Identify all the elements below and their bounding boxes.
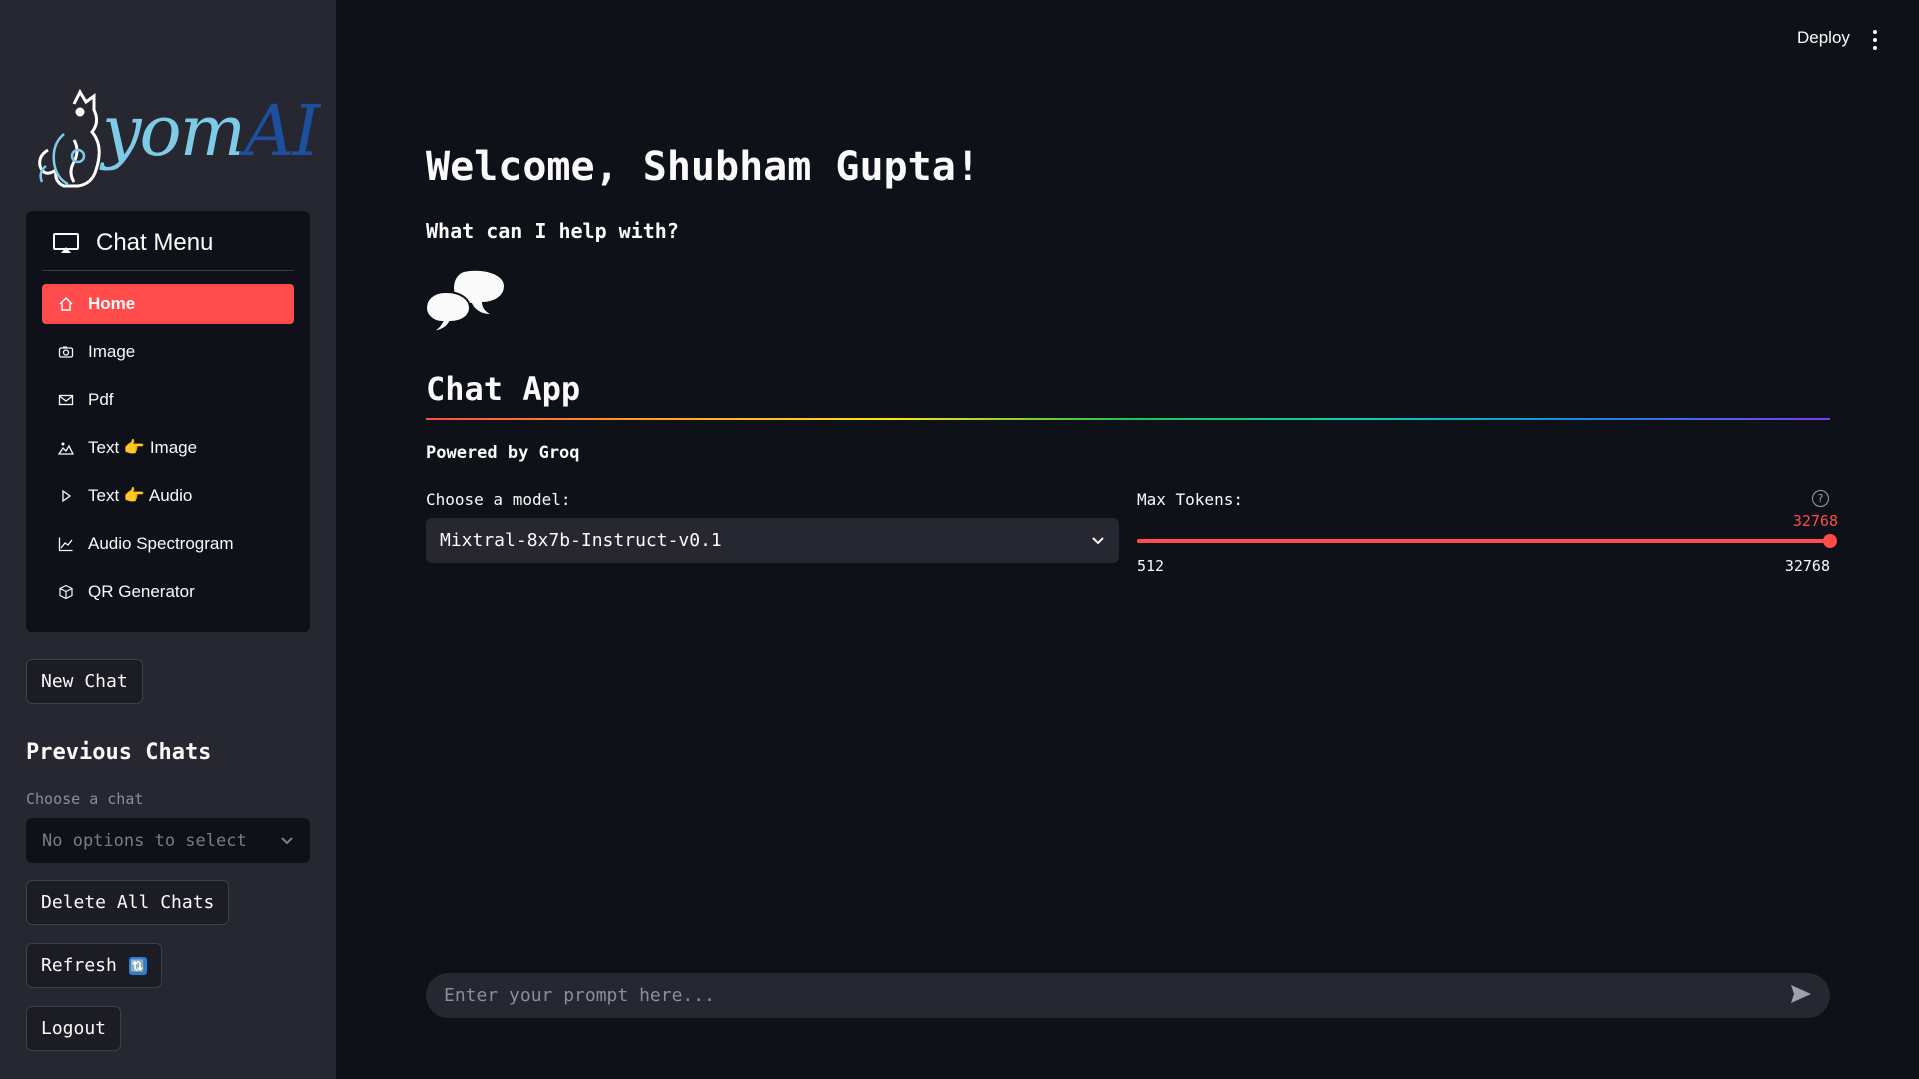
menu-item-text-to-audio[interactable]: Text 👉 Audio — [42, 476, 294, 516]
chevron-down-icon — [281, 836, 293, 844]
new-chat-button[interactable]: New Chat — [26, 659, 143, 704]
send-icon — [1791, 984, 1811, 1003]
camera-icon — [58, 346, 74, 358]
sidebar: yomAI Chat Menu Home Image Pdf Text 👉 Im… — [0, 0, 336, 1079]
previous-chat-select-placeholder: No options to select — [42, 830, 247, 851]
max-tokens-label: Max Tokens: — [1137, 490, 1243, 509]
menu-item-label: Home — [88, 294, 136, 313]
welcome-heading: Welcome, Shubham Gupta! — [426, 144, 980, 190]
menu-divider — [42, 270, 294, 271]
chat-app-title: Chat App — [426, 370, 581, 408]
menu-items: Home Image Pdf Text 👉 Image Text 👉 Audio… — [42, 284, 294, 620]
menu-item-qr-generator[interactable]: QR Generator — [42, 572, 294, 612]
menu-item-label: QR Generator — [88, 582, 195, 601]
refresh-button-label: Refresh — [41, 955, 117, 976]
menu-item-label-text: Text — [88, 438, 120, 457]
speech-bubbles-icon — [424, 270, 504, 332]
rainbow-divider — [426, 418, 1830, 420]
envelope-icon — [58, 394, 74, 406]
menu-item-label: Audio Spectrogram — [88, 534, 234, 553]
pointing-hand-icon: 👉 — [123, 486, 146, 505]
menu-item-label-text2: Image — [149, 438, 198, 457]
model-select-value: Mixtral-8x7b-Instruct-v0.1 — [440, 530, 722, 551]
app-logo: yomAI — [34, 86, 320, 196]
deploy-button[interactable]: Deploy — [1797, 28, 1850, 48]
landscape-icon — [58, 442, 74, 455]
menu-item-label-text2: Audio — [148, 486, 193, 505]
help-icon[interactable]: ? — [1812, 490, 1829, 507]
logo-text: yomAI — [102, 90, 320, 172]
model-select-label: Choose a model: — [426, 490, 571, 509]
slider-thumb[interactable] — [1823, 534, 1837, 548]
model-select[interactable]: Mixtral-8x7b-Instruct-v0.1 — [426, 518, 1119, 563]
menu-item-label: Image — [88, 342, 136, 361]
help-subheading: What can I help with? — [426, 219, 679, 243]
chevron-down-icon — [1092, 536, 1104, 544]
menu-item-image[interactable]: Image — [42, 332, 294, 372]
logout-button[interactable]: Logout — [26, 1006, 122, 1051]
delete-all-chats-button[interactable]: Delete All Chats — [26, 880, 230, 925]
graph-icon — [58, 537, 73, 552]
choose-chat-label: Choose a chat — [26, 790, 144, 808]
logo-text-part2: AI — [244, 90, 320, 172]
slider-min-label: 512 — [1137, 557, 1165, 575]
slider-max-label: 32768 — [1784, 557, 1830, 575]
menu-item-home[interactable]: Home — [42, 284, 294, 324]
chat-input-bar — [426, 973, 1830, 1018]
prompt-input[interactable] — [444, 985, 1744, 1006]
menu-item-label: Text 👉 Image — [88, 438, 197, 458]
logo-text-part1: yom — [102, 90, 246, 172]
refresh-button[interactable]: Refresh 🔃 — [26, 943, 162, 988]
menu-item-label-text: Text — [88, 486, 120, 505]
menu-item-label: Text 👉 Audio — [88, 486, 192, 506]
pointing-hand-icon: 👉 — [123, 438, 146, 457]
kebab-menu-icon[interactable] — [1872, 30, 1878, 50]
menu-item-pdf[interactable]: Pdf — [42, 380, 294, 420]
box-icon — [59, 584, 73, 600]
refresh-icon: 🔃 — [128, 956, 147, 975]
menu-item-label: Pdf — [88, 390, 114, 409]
previous-chat-select[interactable]: No options to select — [26, 818, 310, 863]
max-tokens-slider[interactable] — [1137, 534, 1837, 548]
menu-item-text-to-image[interactable]: Text 👉 Image — [42, 428, 294, 468]
max-tokens-value: 32768 — [1792, 512, 1838, 530]
home-icon — [59, 296, 73, 311]
chat-menu: Chat Menu Home Image Pdf Text 👉 Image Te… — [26, 211, 310, 632]
menu-item-audio-spectrogram[interactable]: Audio Spectrogram — [42, 524, 294, 564]
previous-chats-title: Previous Chats — [26, 740, 212, 765]
powered-by-label: Powered by Groq — [426, 443, 580, 463]
chat-menu-title-text: Chat Menu — [96, 229, 214, 256]
monitor-icon — [53, 233, 79, 253]
send-button[interactable] — [1790, 984, 1812, 1008]
slider-fill — [1137, 539, 1830, 543]
chat-menu-title: Chat Menu — [52, 229, 213, 257]
play-icon — [62, 489, 72, 503]
